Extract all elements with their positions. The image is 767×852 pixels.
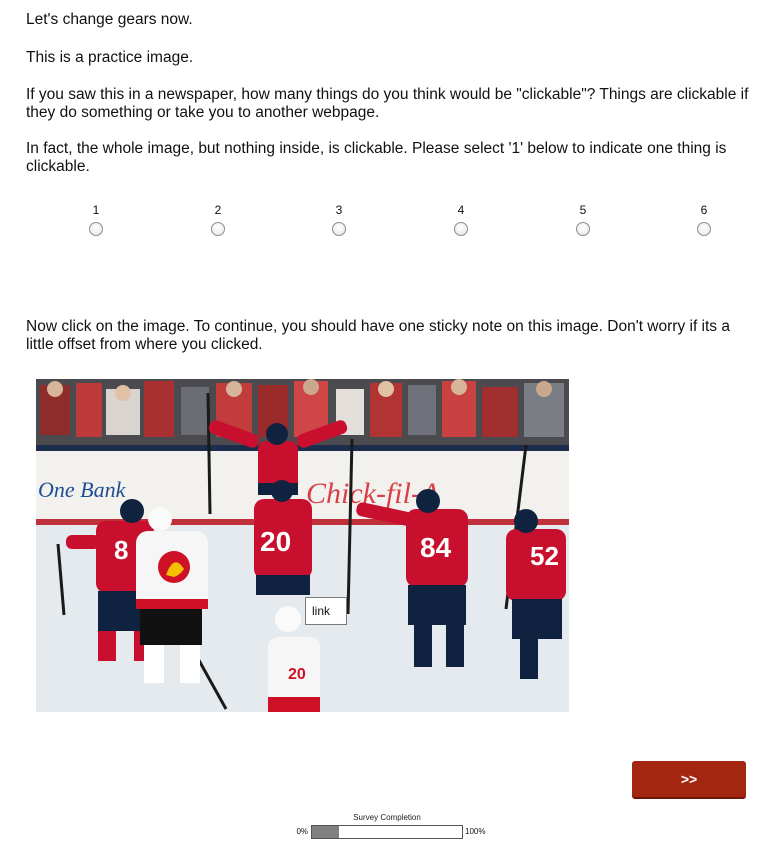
progress-min-label: 0% xyxy=(296,827,308,836)
progress-title: Survey Completion xyxy=(353,813,421,822)
sponsor-left: One Bank xyxy=(38,477,127,502)
choice-label: 4 xyxy=(457,203,465,217)
jersey-number: 52 xyxy=(530,541,559,571)
choice-1[interactable]: 1 xyxy=(35,203,157,241)
choice-label: 5 xyxy=(579,203,587,217)
choice-3[interactable]: 3 xyxy=(278,203,400,241)
jersey-number: 8 xyxy=(114,535,128,565)
progress-fill xyxy=(312,826,339,838)
radio-button[interactable] xyxy=(332,222,346,236)
question-text: If you saw this in a newspaper, how many… xyxy=(26,86,749,121)
radio-button[interactable] xyxy=(576,222,590,236)
choice-4[interactable]: 4 xyxy=(400,203,522,241)
choice-label: 6 xyxy=(700,203,708,217)
intro-line-1: Let's change gears now. xyxy=(26,11,193,28)
jersey-number: 84 xyxy=(420,532,452,563)
progress-bar xyxy=(311,825,463,839)
instruction-select-one: In fact, the whole image, but nothing in… xyxy=(26,140,727,175)
sticky-note[interactable]: link xyxy=(305,597,347,625)
next-button[interactable]: >> xyxy=(632,761,746,799)
choice-label: 1 xyxy=(92,203,100,217)
radio-button[interactable] xyxy=(211,222,225,236)
crowd xyxy=(40,379,564,437)
hockey-photo[interactable]: One Bank Chick-fil-A 8 20 84 52 20 xyxy=(36,379,569,712)
jersey-number: 20 xyxy=(288,666,306,683)
choice-6[interactable]: 6 xyxy=(643,203,765,241)
click-image-instruction: Now click on the image. To continue, you… xyxy=(26,318,730,353)
radio-button[interactable] xyxy=(697,222,711,236)
progress-max-label: 100% xyxy=(465,827,486,836)
radio-button[interactable] xyxy=(89,222,103,236)
choice-label: 2 xyxy=(214,203,222,217)
clickable-count-choices: 1 2 3 4 5 6 xyxy=(36,203,766,243)
intro-line-2: This is a practice image. xyxy=(26,49,194,66)
choice-2[interactable]: 2 xyxy=(157,203,279,241)
radio-button[interactable] xyxy=(454,222,468,236)
choice-5[interactable]: 5 xyxy=(522,203,644,241)
choice-label: 3 xyxy=(335,203,343,217)
jersey-number: 20 xyxy=(260,526,291,557)
